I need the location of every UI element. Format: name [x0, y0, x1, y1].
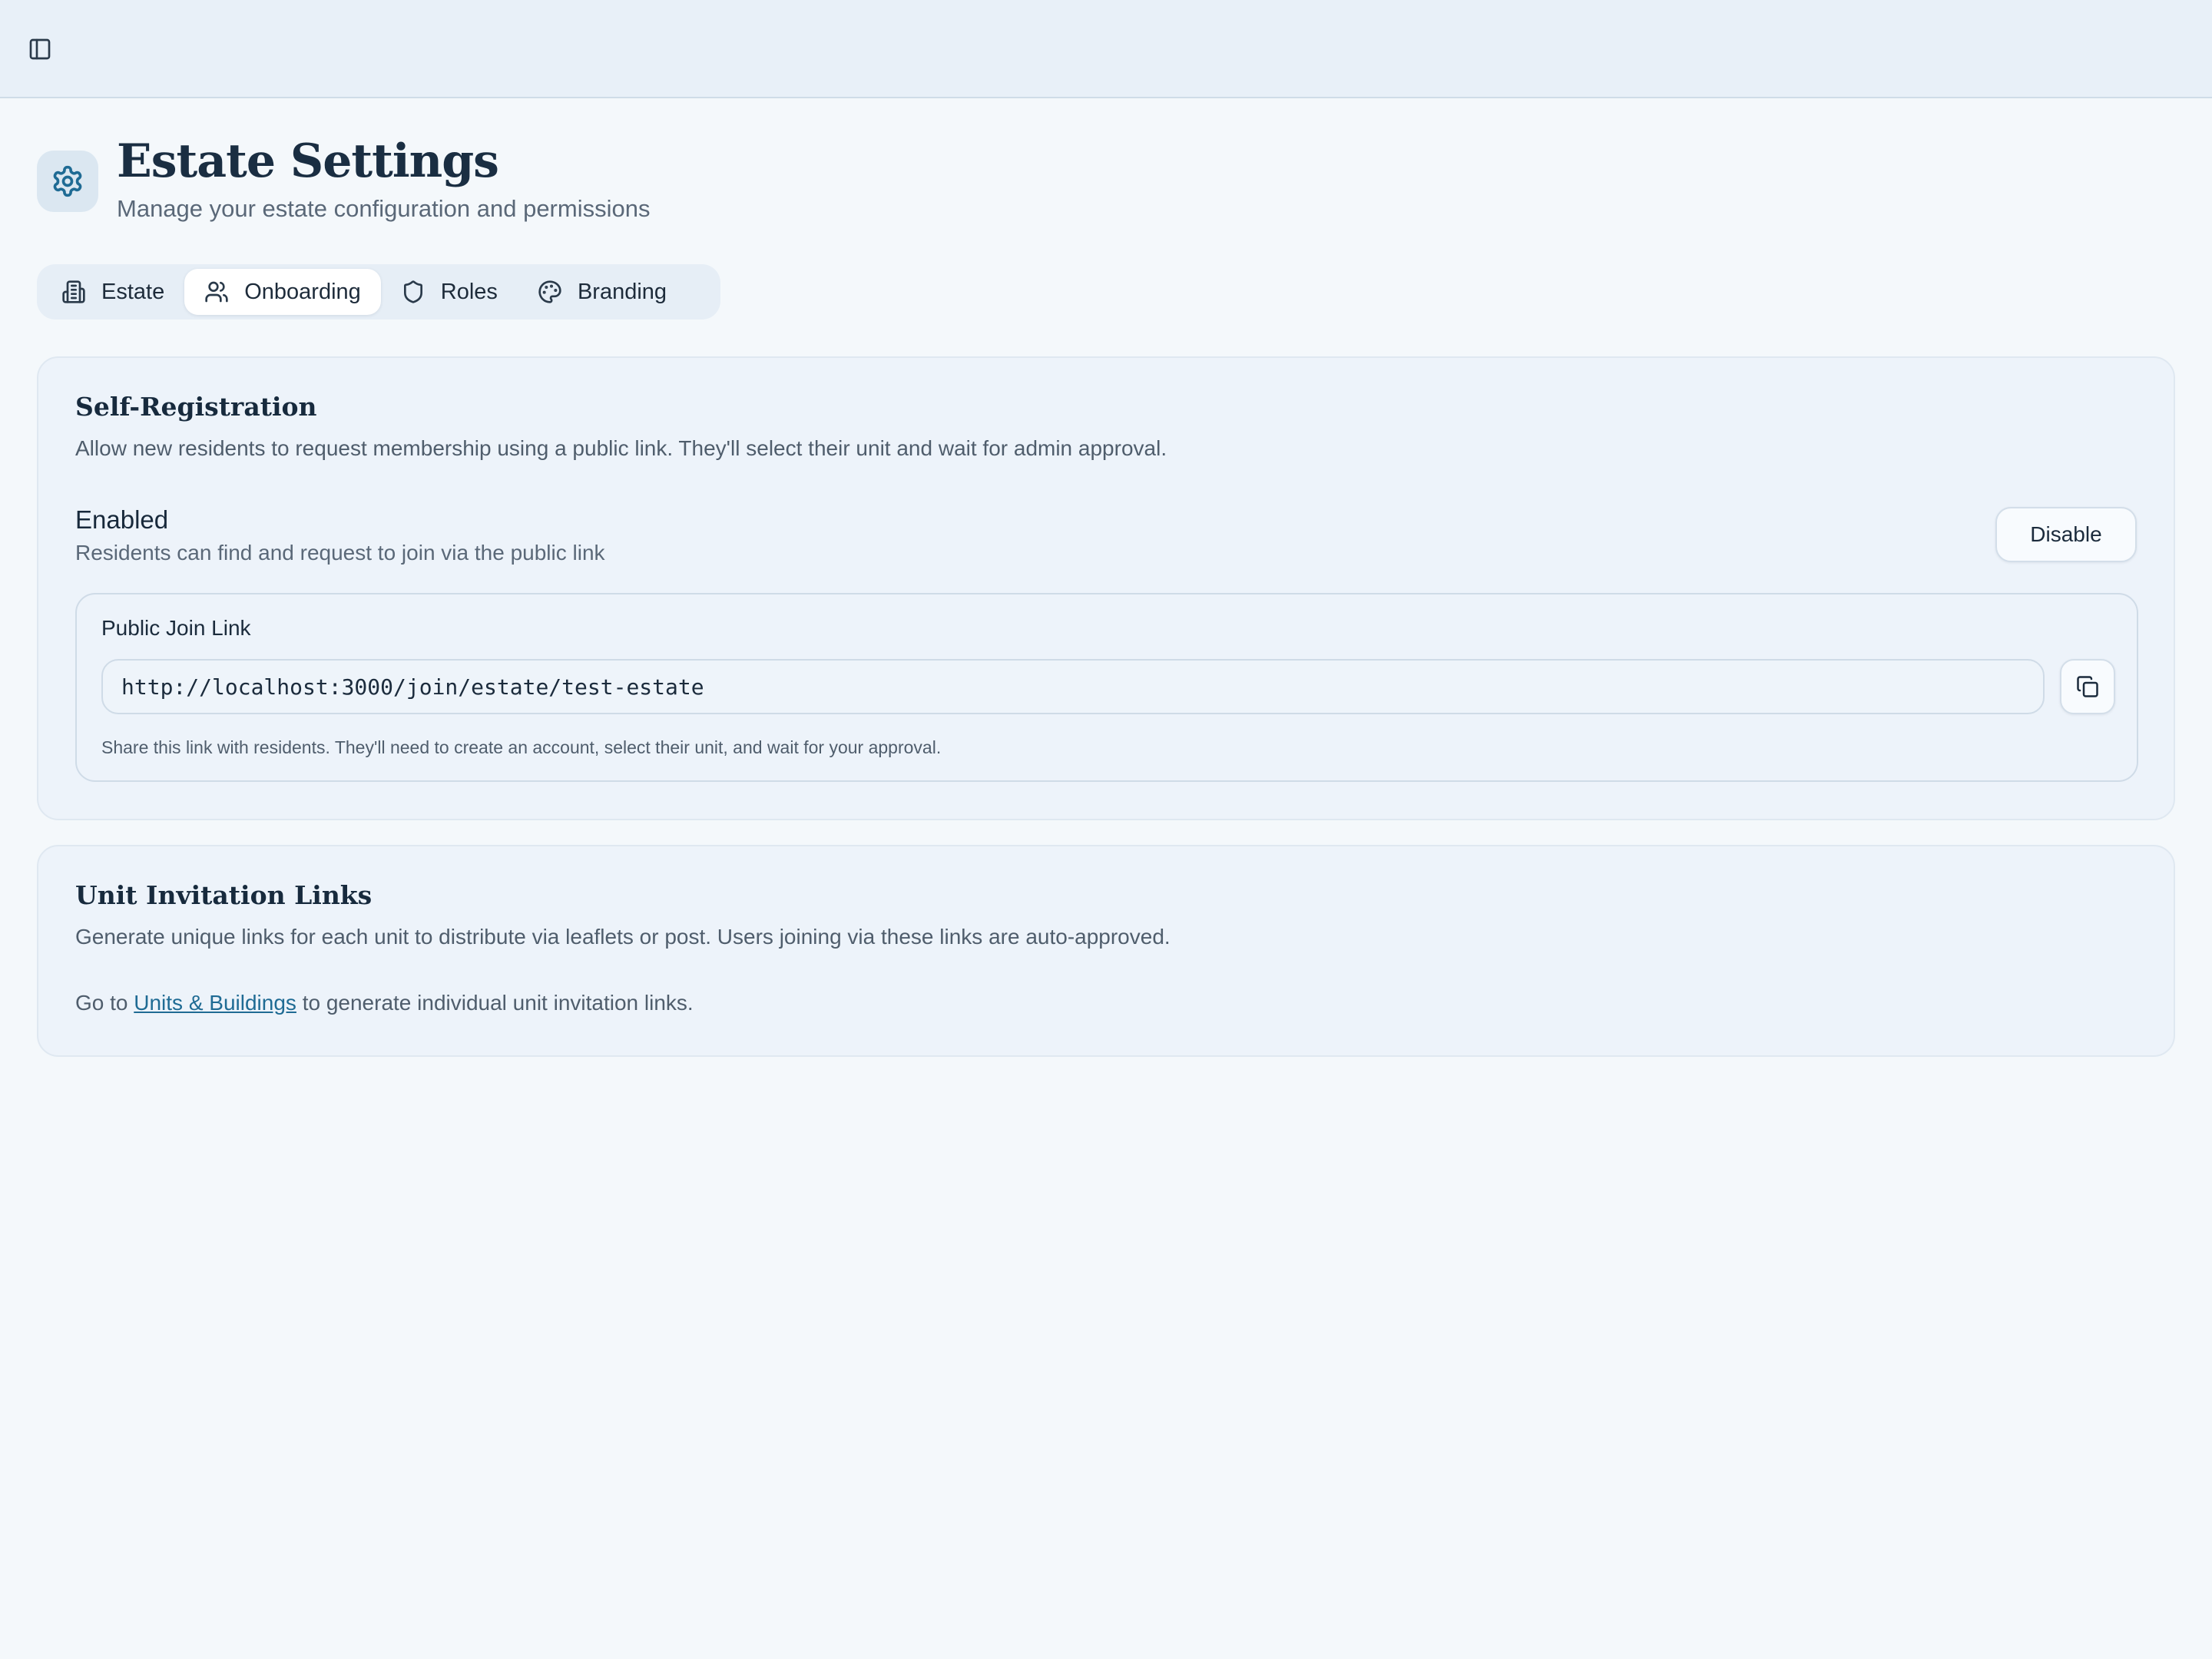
status-label: Enabled [75, 505, 169, 534]
units-buildings-link[interactable]: Units & Buildings [134, 991, 296, 1015]
tab-label: Branding [577, 279, 667, 304]
tab-label: Roles [440, 279, 498, 304]
public-join-link-input[interactable] [101, 659, 2045, 714]
unit-invitation-card: Unit Invitation Links Generate unique li… [37, 845, 2175, 1057]
self-registration-card: Self-Registration Allow new residents to… [37, 356, 2175, 820]
public-join-link-box: Public Join Link Share this link with re… [75, 593, 2138, 782]
tab-branding[interactable]: Branding [518, 269, 687, 315]
card-description: Allow new residents to request membershi… [75, 436, 1167, 460]
disable-button[interactable]: Disable [1995, 507, 2137, 562]
goto-suffix: to generate individual unit invitation l… [296, 991, 694, 1015]
card-title: Unit Invitation Links [75, 880, 373, 910]
public-join-link-help: Share this link with residents. They'll … [101, 737, 942, 757]
goto-prefix: Go to [75, 991, 134, 1015]
palette-icon [538, 280, 561, 303]
copy-link-button[interactable] [2060, 659, 2115, 714]
public-join-link-label: Public Join Link [101, 616, 251, 640]
tab-estate[interactable]: Estate [41, 269, 184, 315]
tab-onboarding[interactable]: Onboarding [184, 269, 381, 315]
sidebar-toggle-icon[interactable] [23, 32, 57, 66]
building-icon [62, 280, 85, 303]
users-icon [205, 281, 228, 303]
page-title: Estate Settings [117, 134, 499, 188]
tab-label: Onboarding [244, 279, 361, 304]
shield-icon [403, 280, 422, 303]
tab-label: Estate [101, 279, 165, 304]
gear-icon [37, 151, 98, 212]
page-subtitle: Manage your estate configuration and per… [117, 195, 651, 222]
tab-roles[interactable]: Roles [381, 269, 518, 315]
top-bar [0, 0, 2212, 98]
goto-units-text: Go to Units & Buildings to generate indi… [75, 989, 694, 1017]
copy-icon [2077, 676, 2098, 697]
card-title: Self-Registration [75, 392, 317, 422]
card-description: Generate unique links for each unit to d… [75, 925, 1171, 949]
status-description: Residents can find and request to join v… [75, 541, 605, 565]
settings-tabs: Estate Onboarding Roles Branding [37, 264, 720, 320]
